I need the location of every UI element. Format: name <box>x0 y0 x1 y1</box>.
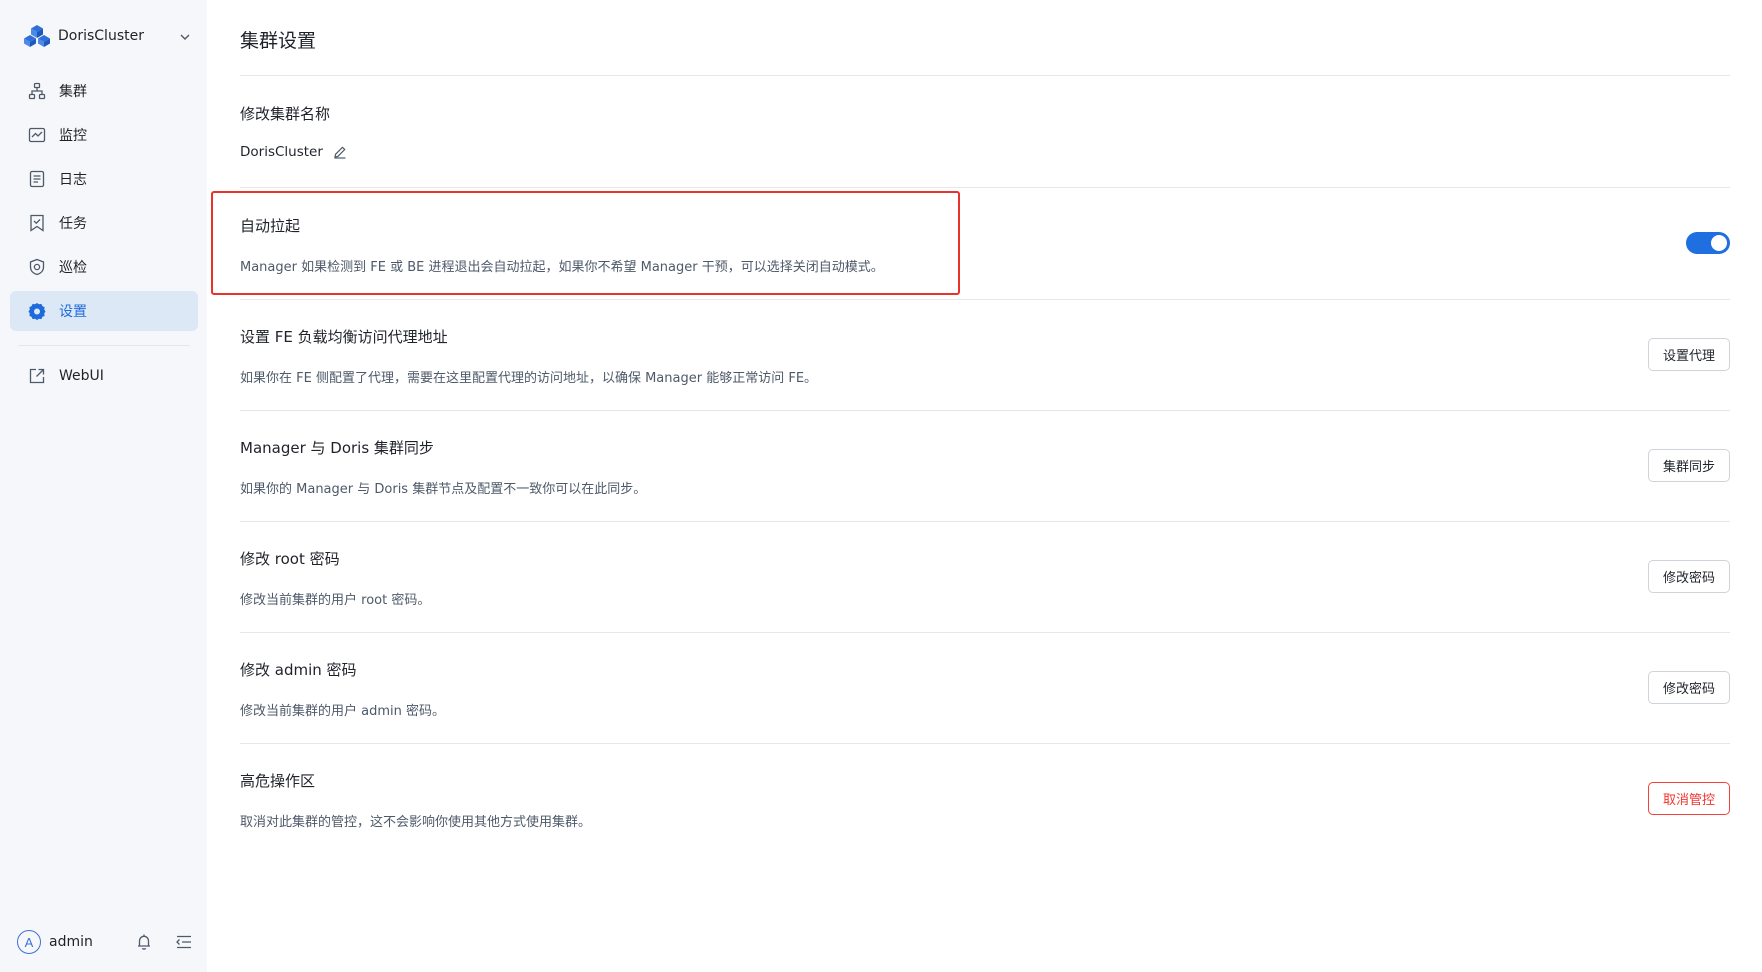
change-root-password-button[interactable]: 修改密码 <box>1647 560 1730 593</box>
monitor-icon <box>28 126 46 144</box>
log-icon <box>28 170 46 188</box>
sidebar-item-label: 巡检 <box>59 260 87 276</box>
section-root-password: 修改 root 密码 修改当前集群的用户 root 密码。 修改密码 <box>240 521 1730 633</box>
avatar[interactable]: A <box>17 930 41 954</box>
sidebar-item-label: WebUI <box>59 368 104 384</box>
settings-icon <box>28 302 46 320</box>
inspection-icon <box>28 258 46 276</box>
edit-pencil-icon[interactable] <box>333 145 347 159</box>
toggle-knob <box>1711 235 1727 251</box>
task-icon <box>28 214 46 232</box>
sidebar-item-label: 设置 <box>59 304 87 320</box>
section-description: 修改当前集群的用户 admin 密码。 <box>240 704 445 719</box>
section-title: 修改 root 密码 <box>240 550 340 568</box>
section-rename-cluster: 修改集群名称 DorisCluster <box>240 76 1730 188</box>
nav-divider <box>18 345 190 346</box>
sidebar: DorisCluster 集群 监控 日志 任务 巡检 设置 WebUI A a… <box>0 0 207 972</box>
cluster-sync-button[interactable]: 集群同步 <box>1647 449 1730 482</box>
cluster-name-text: DorisCluster <box>240 144 323 160</box>
sidebar-item-cluster[interactable]: 集群 <box>10 71 198 111</box>
user-name[interactable]: admin <box>49 934 113 950</box>
section-title: 设置 FE 负载均衡访问代理地址 <box>240 328 448 346</box>
section-fe-proxy: 设置 FE 负载均衡访问代理地址 如果你在 FE 侧配置了代理，需要在这里配置代… <box>240 299 1730 411</box>
change-admin-password-button[interactable]: 修改密码 <box>1647 671 1730 704</box>
section-description: 修改当前集群的用户 root 密码。 <box>240 593 431 608</box>
section-admin-password: 修改 admin 密码 修改当前集群的用户 admin 密码。 修改密码 <box>240 632 1730 744</box>
section-cluster-sync: Manager 与 Doris 集群同步 如果你的 Manager 与 Dori… <box>240 410 1730 522</box>
sidebar-item-settings[interactable]: 设置 <box>10 291 198 331</box>
external-link-icon <box>28 367 46 385</box>
sidebar-item-inspection[interactable]: 巡检 <box>10 247 198 287</box>
section-description: 如果你在 FE 侧配置了代理，需要在这里配置代理的访问地址，以确保 Manage… <box>240 371 818 386</box>
sidebar-item-label: 集群 <box>59 84 87 100</box>
sidebar-item-monitor[interactable]: 监控 <box>10 115 198 155</box>
settings-page: 集群设置 修改集群名称 DorisCluster 自动拉起 Manager 如果… <box>207 0 1762 972</box>
cluster-switcher[interactable]: DorisCluster <box>24 22 192 50</box>
section-title: 自动拉起 <box>240 217 301 235</box>
collapse-menu-icon[interactable] <box>175 933 193 951</box>
user-bar: A admin <box>17 928 193 956</box>
section-description: Manager 如果检测到 FE 或 BE 进程退出会自动拉起，如果你不希望 M… <box>240 260 884 275</box>
section-title: Manager 与 Doris 集群同步 <box>240 439 434 457</box>
sidebar-item-log[interactable]: 日志 <box>10 159 198 199</box>
sidebar-item-label: 日志 <box>59 172 87 188</box>
set-proxy-button[interactable]: 设置代理 <box>1647 338 1730 371</box>
sidebar-item-label: 任务 <box>59 216 87 232</box>
section-title: 修改 admin 密码 <box>240 661 357 679</box>
sidebar-item-label: 监控 <box>59 128 87 144</box>
cancel-management-button[interactable]: 取消管控 <box>1647 782 1730 815</box>
chevron-down-icon <box>178 29 192 43</box>
cluster-name: DorisCluster <box>58 28 144 44</box>
section-description: 如果你的 Manager 与 Doris 集群节点及配置不一致你可以在此同步。 <box>240 482 647 497</box>
bell-icon[interactable] <box>135 933 153 951</box>
auto-restart-toggle[interactable] <box>1686 232 1730 254</box>
sidebar-nav: 集群 监控 日志 任务 巡检 设置 WebUI <box>10 71 198 400</box>
sidebar-item-task[interactable]: 任务 <box>10 203 198 243</box>
page-title: 集群设置 <box>240 30 317 52</box>
section-title: 高危操作区 <box>240 772 316 790</box>
cluster-name-value: DorisCluster <box>240 144 347 160</box>
doris-logo-icon <box>24 24 50 48</box>
section-auto-restart: 自动拉起 Manager 如果检测到 FE 或 BE 进程退出会自动拉起，如果你… <box>211 188 1730 300</box>
highlight-annotation-box <box>211 191 960 295</box>
sidebar-item-webui[interactable]: WebUI <box>10 356 198 396</box>
section-title: 修改集群名称 <box>240 105 331 123</box>
section-danger-zone: 高危操作区 取消对此集群的管控，这不会影响你使用其他方式使用集群。 取消管控 <box>240 743 1730 855</box>
cluster-icon <box>28 82 46 100</box>
section-description: 取消对此集群的管控，这不会影响你使用其他方式使用集群。 <box>240 815 592 830</box>
